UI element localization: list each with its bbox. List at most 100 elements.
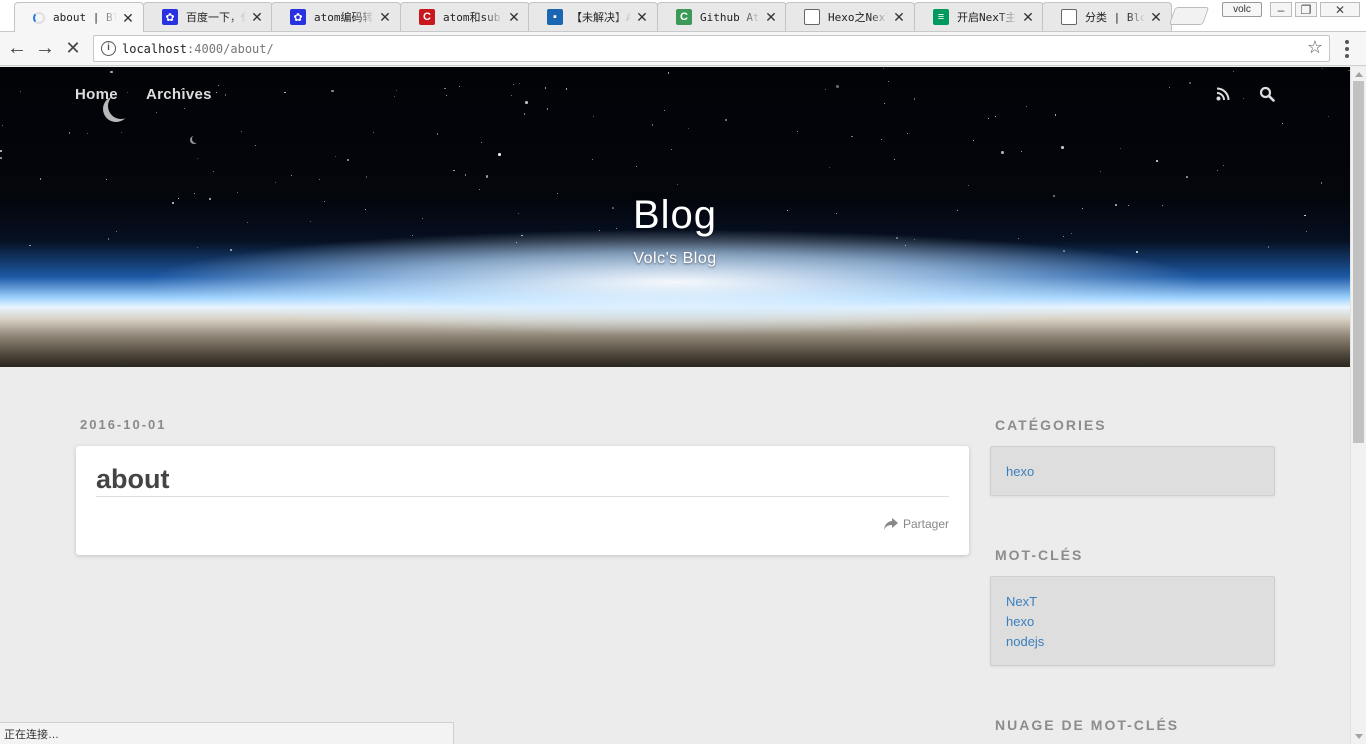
browser-tab[interactable]: C Github Atom ✕ xyxy=(656,2,787,31)
star-decoration xyxy=(884,102,886,104)
browser-tab[interactable]: ✿ atom编码转换 ✕ xyxy=(271,2,401,31)
star-decoration xyxy=(196,246,199,249)
menu-icon[interactable] xyxy=(1342,40,1352,58)
star-decoration xyxy=(334,156,336,158)
categories-widget: hexo xyxy=(990,446,1275,496)
category-link-hexo[interactable]: hexo xyxy=(1006,464,1034,479)
info-icon[interactable]: i xyxy=(101,41,116,56)
tab-title: 【未解决】Atom xyxy=(571,11,631,24)
url-path: :4000/about/ xyxy=(187,42,274,56)
post-title[interactable]: about xyxy=(96,464,170,495)
profile-button[interactable]: volc xyxy=(1222,2,1262,17)
browser-tab[interactable]: ≡ 开启NexT主题 ✕ xyxy=(913,2,1044,31)
share-button[interactable]: Partager xyxy=(883,517,949,531)
nav-archives[interactable]: Archives xyxy=(146,86,212,103)
address-bar[interactable]: i localhost:4000/about/ ☆ xyxy=(93,35,1330,62)
close-icon[interactable]: ✕ xyxy=(1320,2,1360,17)
scroll-down-icon[interactable] xyxy=(1355,734,1363,739)
star-decoration xyxy=(255,144,257,146)
star-decoration xyxy=(446,95,448,97)
star-decoration xyxy=(498,153,501,156)
star-decoration xyxy=(676,184,678,186)
browser-tab[interactable]: Catom和sublime ✕ xyxy=(399,2,530,31)
post-date: 2016-10-01 xyxy=(80,417,167,432)
tag-link-hexo[interactable]: hexo xyxy=(1006,614,1034,629)
tab-close-icon[interactable]: ✕ xyxy=(507,9,521,25)
bookmark-star-icon[interactable]: ☆ xyxy=(1307,37,1323,58)
post-card: about Partager xyxy=(76,446,969,555)
star-decoration xyxy=(29,244,31,246)
tab-close-icon[interactable]: ✕ xyxy=(250,9,264,25)
tags-widget: NexT hexo nodejs xyxy=(990,576,1275,666)
browser-tab[interactable]: Hexo之NexT主题 ✕ xyxy=(785,2,915,31)
star-decoration xyxy=(274,181,277,184)
minimize-icon[interactable]: – xyxy=(1270,2,1292,17)
restore-icon[interactable]: ❐ xyxy=(1295,2,1317,17)
tab-title: about | Blog xyxy=(53,11,117,24)
star-decoration xyxy=(478,188,480,190)
tab-close-icon[interactable]: ✕ xyxy=(892,9,906,25)
star-decoration xyxy=(987,117,990,120)
star-decoration xyxy=(481,141,483,143)
share-icon xyxy=(883,518,898,530)
page-scrollbar[interactable] xyxy=(1350,67,1366,744)
tag-link-next[interactable]: NexT xyxy=(1006,594,1037,609)
star-decoration xyxy=(796,130,798,132)
new-tab-button[interactable] xyxy=(1168,7,1210,25)
tab-close-icon[interactable]: ✕ xyxy=(1021,9,1035,25)
browser-tab[interactable]: ✿ 百度一下，你就知道 ✕ xyxy=(142,2,273,31)
star-decoration xyxy=(518,83,520,85)
star-decoration xyxy=(240,130,242,132)
tab-close-icon[interactable]: ✕ xyxy=(635,9,649,25)
star-decoration xyxy=(2,125,4,127)
star-decoration xyxy=(688,128,690,130)
star-decoration xyxy=(905,244,907,246)
star-decoration xyxy=(1186,176,1188,178)
star-decoration xyxy=(1223,164,1225,166)
star-decoration xyxy=(1189,82,1191,84)
browser-tab[interactable]: 分类 | Blog ✕ xyxy=(1042,2,1172,31)
tab-close-icon[interactable]: ✕ xyxy=(378,9,392,25)
tab-title: 开启NexT主题 xyxy=(956,11,1017,24)
star-decoration xyxy=(107,238,109,240)
page-icon xyxy=(804,9,820,25)
star-decoration xyxy=(1242,98,1244,100)
back-icon[interactable]: ← xyxy=(5,37,29,61)
tag-link-nodejs[interactable]: nodejs xyxy=(1006,634,1044,649)
star-decoration xyxy=(217,84,220,87)
star-decoration xyxy=(636,166,638,168)
star-decoration xyxy=(290,175,292,177)
tab-close-icon[interactable]: ✕ xyxy=(1149,9,1163,25)
search-icon[interactable] xyxy=(1259,86,1275,102)
star-decoration xyxy=(331,89,334,93)
site-title[interactable]: Blog xyxy=(0,193,1350,238)
browser-tab[interactable]: ▪ 【未解决】Atom ✕ xyxy=(528,2,658,31)
star-decoration xyxy=(1054,114,1057,116)
star-decoration xyxy=(829,166,831,168)
tab-title: 百度一下，你就知道 xyxy=(185,11,246,24)
url-text[interactable]: localhost:4000/about/ xyxy=(122,42,274,56)
star-decoration xyxy=(907,133,909,135)
star-decoration xyxy=(724,118,728,122)
star-decoration xyxy=(224,94,227,96)
tab-close-icon[interactable]: ✕ xyxy=(121,10,135,26)
nav-home[interactable]: Home xyxy=(75,86,118,103)
star-decoration xyxy=(372,132,374,134)
star-decoration xyxy=(516,242,518,243)
tab-title: atom和sublime xyxy=(442,11,503,24)
star-decoration xyxy=(216,91,218,93)
moon-decoration-small xyxy=(192,135,200,143)
star-decoration xyxy=(183,108,185,110)
scrollbar-thumb[interactable] xyxy=(1353,81,1364,443)
browser-tab[interactable]: about | Blog ✕ xyxy=(14,2,144,32)
star-decoration xyxy=(1281,123,1283,125)
scroll-up-icon[interactable] xyxy=(1355,72,1363,77)
forward-icon[interactable]: → xyxy=(33,37,57,61)
green-c-icon: C xyxy=(675,9,692,25)
rss-icon[interactable] xyxy=(1216,87,1230,101)
star-decoration xyxy=(565,88,568,90)
tab-title: Hexo之NexT主题 xyxy=(828,11,888,24)
stop-loading-icon[interactable]: ✕ xyxy=(61,37,85,61)
star-decoration xyxy=(973,140,975,142)
tab-close-icon[interactable]: ✕ xyxy=(764,9,778,25)
